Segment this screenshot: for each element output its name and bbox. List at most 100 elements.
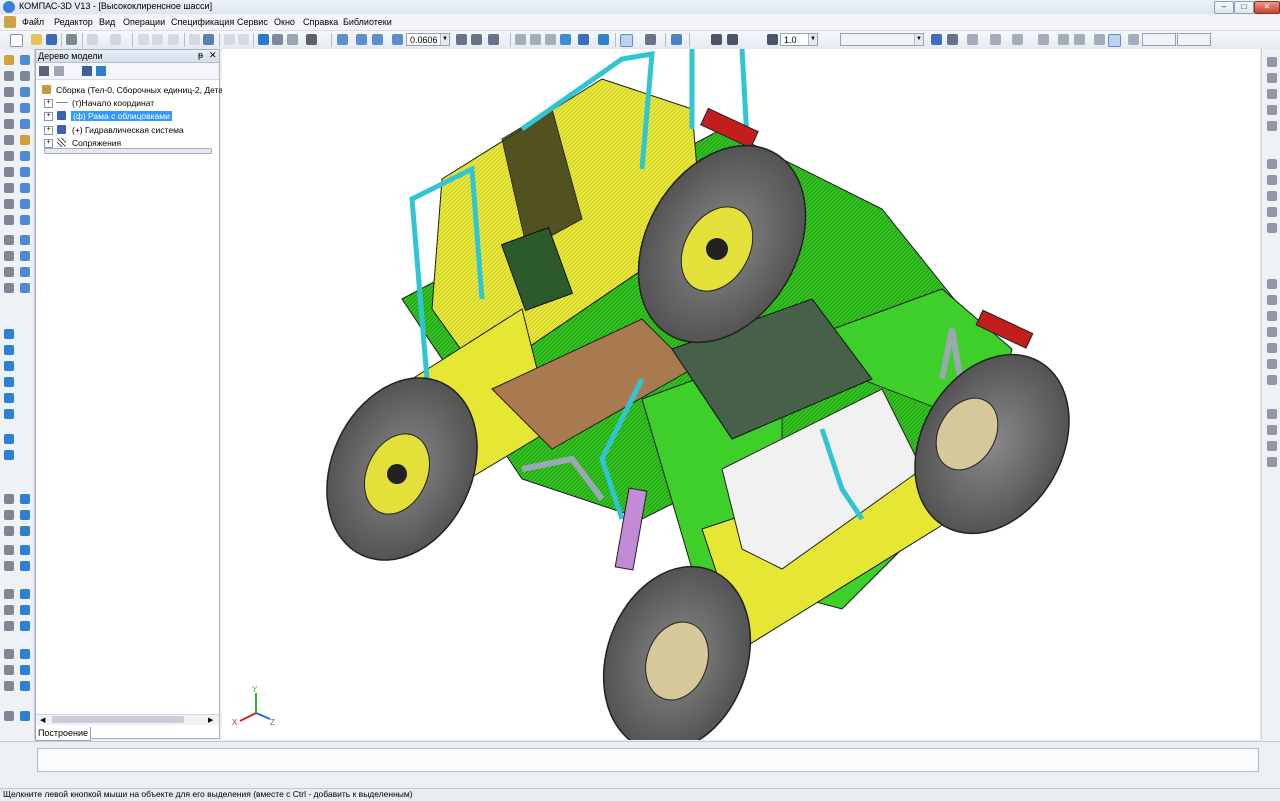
tree-filter-icon[interactable]: [39, 66, 49, 76]
select-filter-icon[interactable]: [620, 34, 633, 47]
paste-icon[interactable]: [168, 34, 179, 45]
save-icon[interactable]: [46, 34, 57, 45]
copy-icon[interactable]: [152, 34, 163, 45]
polygon-icon[interactable]: [4, 135, 14, 145]
baseline-icon[interactable]: [1267, 457, 1277, 467]
tab-construction[interactable]: Построение: [35, 727, 91, 741]
edit-icon[interactable]: [967, 34, 978, 45]
point-icon[interactable]: [4, 251, 14, 261]
new-file-icon[interactable]: [10, 34, 23, 47]
undo-icon[interactable]: [224, 34, 235, 45]
chevron-down-icon[interactable]: ▼: [914, 34, 923, 45]
fx-icon[interactable]: [287, 34, 298, 45]
thread-icon[interactable]: [1267, 73, 1277, 83]
tangent-icon[interactable]: [1094, 34, 1105, 45]
grid-icon[interactable]: [1012, 34, 1023, 45]
bolt-icon[interactable]: [1267, 89, 1277, 99]
table-icon[interactable]: [20, 526, 30, 536]
tree-node-frame[interactable]: (ф) Рама с облицовками: [71, 111, 172, 121]
coords-icon[interactable]: [1128, 34, 1139, 45]
angle-icon[interactable]: [1058, 34, 1069, 45]
shell-icon[interactable]: [20, 167, 30, 177]
surface-icon[interactable]: [20, 251, 30, 261]
check-icon[interactable]: [1267, 311, 1277, 321]
section-icon[interactable]: [711, 34, 722, 45]
text-a-icon[interactable]: [1267, 343, 1277, 353]
tree-inner-scrollbar[interactable]: [44, 148, 212, 154]
spec-icon[interactable]: [4, 510, 14, 520]
library-icon[interactable]: [20, 494, 30, 504]
coord-y-field[interactable]: [1177, 33, 1211, 46]
spline-icon[interactable]: [4, 103, 14, 113]
curve-icon[interactable]: [4, 267, 14, 277]
mass-properties-icon[interactable]: [4, 393, 14, 403]
scroll-left-icon[interactable]: ◀: [40, 716, 45, 724]
trim-icon[interactable]: [4, 183, 14, 193]
node-icon[interactable]: [1267, 327, 1277, 337]
explode-icon[interactable]: [4, 665, 14, 675]
dimension-tool-icon[interactable]: [20, 135, 30, 145]
menu-editor[interactable]: Редактор: [54, 17, 93, 27]
zoom-out-icon[interactable]: [372, 34, 383, 45]
tree-root-label[interactable]: Сборка (Тел-0, Сборочных единиц-2, Детал: [56, 85, 228, 95]
angle-mark-icon[interactable]: [1267, 441, 1277, 451]
measure-distance-icon[interactable]: [4, 329, 14, 339]
frame-icon[interactable]: [1267, 223, 1277, 233]
chevron-down-icon[interactable]: ▼: [808, 34, 817, 45]
menu-libraries[interactable]: Библиотеки: [343, 17, 392, 27]
expand-icon[interactable]: +: [44, 139, 53, 148]
text-icon[interactable]: [4, 526, 14, 536]
panel-close-button[interactable]: ✕: [209, 50, 217, 61]
unfold-icon[interactable]: [20, 605, 30, 615]
expand-icon[interactable]: +: [44, 112, 53, 121]
measure-length-icon[interactable]: [4, 361, 14, 371]
revolve-icon[interactable]: [20, 87, 30, 97]
component-icon[interactable]: [931, 34, 942, 45]
rib-icon[interactable]: [20, 183, 30, 193]
menu-operations[interactable]: Операции: [123, 17, 165, 27]
assembly-icon[interactable]: [20, 283, 30, 293]
expand-icon[interactable]: +: [44, 126, 53, 135]
report-icon[interactable]: [20, 510, 30, 520]
menu-view[interactable]: Вид: [99, 17, 115, 27]
bend-icon[interactable]: [20, 589, 30, 599]
detail-icon[interactable]: [4, 561, 14, 571]
hole-icon[interactable]: [20, 151, 30, 161]
settings-icon[interactable]: [4, 711, 14, 721]
table-grid-icon[interactable]: [1267, 279, 1277, 289]
scroll-right-icon[interactable]: ▶: [208, 716, 213, 724]
menu-file[interactable]: Файл: [22, 17, 44, 27]
layout-icon[interactable]: [110, 34, 121, 45]
nut-icon[interactable]: [1267, 105, 1277, 115]
maximize-button[interactable]: □: [1234, 1, 1254, 14]
extrude-icon[interactable]: [20, 55, 30, 65]
tree-node-origin[interactable]: (т)Начало координат: [72, 98, 154, 108]
cut-icon[interactable]: [138, 34, 149, 45]
preview-icon[interactable]: [87, 34, 98, 45]
model-viewport[interactable]: Y X Z: [222, 49, 1260, 740]
tree-list-icon[interactable]: [82, 66, 92, 76]
minimize-button[interactable]: –: [1214, 1, 1234, 14]
move-icon[interactable]: [990, 34, 1001, 45]
drawing-icon[interactable]: [4, 494, 14, 504]
rotate-icon[interactable]: [471, 34, 482, 45]
measure-angle-icon[interactable]: [4, 345, 14, 355]
line-icon[interactable]: [4, 71, 14, 81]
weld-icon[interactable]: [4, 621, 14, 631]
chevron-down-icon[interactable]: ▼: [440, 34, 449, 45]
arc-icon[interactable]: [20, 71, 30, 81]
zoom-scale-icon[interactable]: [392, 34, 403, 45]
snap-icon[interactable]: [645, 34, 656, 45]
export-icon[interactable]: [4, 681, 14, 691]
measure-icon[interactable]: [727, 34, 738, 45]
axis-icon[interactable]: [20, 235, 30, 245]
shaded-edges-icon[interactable]: [578, 34, 589, 45]
wireframe-icon[interactable]: [515, 34, 526, 45]
symbol-icon[interactable]: [1267, 375, 1277, 385]
perpendicular-icon[interactable]: [1074, 34, 1085, 45]
manager-icon[interactable]: [258, 34, 269, 45]
measure-area-icon[interactable]: [4, 377, 14, 387]
fillet-icon[interactable]: [4, 151, 14, 161]
triangle-icon[interactable]: [1267, 207, 1277, 217]
variables-icon[interactable]: [272, 34, 283, 45]
